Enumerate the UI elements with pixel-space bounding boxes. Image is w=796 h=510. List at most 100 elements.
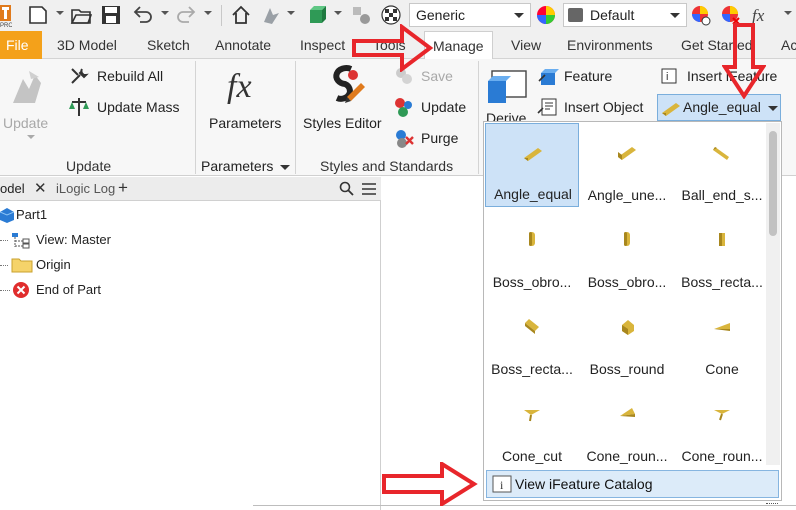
part-dropdown-icon[interactable] [334,11,342,15]
update-mass-button[interactable]: Update Mass [68,96,193,118]
appearance-combo-value: Default [590,7,635,23]
redo-icon[interactable] [175,4,197,26]
parameters-button[interactable]: fx Parameters [205,63,287,143]
panel-divider [295,61,296,174]
gallery-item-label: Cone [705,361,739,377]
gallery-item-label: Boss_round [589,361,665,377]
new-file-icon[interactable] [27,4,49,26]
return-dropdown-icon[interactable] [287,11,295,15]
ball-end-slot-icon [713,147,729,160]
menu-icon[interactable] [361,181,377,197]
undo-icon[interactable] [132,4,154,26]
color-wheel-icon[interactable] [535,4,557,26]
styles-editor-label: Styles Editor [303,115,382,131]
gallery-item[interactable]: Cone_cut [485,384,579,468]
chevron-down-icon [768,106,778,111]
styles-panel-label: Styles and Standards [320,158,454,174]
parameters-panel-dropdown[interactable]: Parameters [200,158,292,176]
annotation-arrow-catalog [382,462,478,506]
adjust-appearance-icon[interactable] [690,4,712,26]
update-large-button[interactable]: Update [3,63,55,143]
insert-object-button[interactable]: Insert Object [537,96,657,118]
update-dropdown-icon [27,135,35,139]
part-cube-icon [0,208,14,223]
update-style-icon [395,98,412,117]
app-logo-icon[interactable]: PRO [0,2,13,29]
material-sphere-icon[interactable] [380,4,402,26]
gallery-scrollbar[interactable] [766,123,780,465]
gallery-item[interactable]: Boss_obro... [485,210,579,294]
parameters-panel-label: Parameters [201,158,274,174]
gallery-item[interactable]: Boss_recta... [675,210,769,294]
styles-editor-button[interactable]: Styles Editor [301,63,391,143]
rebuild-wrench-icon [71,68,89,84]
gallery-item-label: Ball_end_s... [681,187,763,203]
assembly-icon[interactable] [350,4,372,26]
tab-annotate[interactable]: Annotate [215,31,271,59]
rebuild-all-button[interactable]: Rebuild All [68,65,188,87]
home-icon[interactable] [230,4,252,26]
gallery-item-label: Boss_recta... [491,361,573,377]
boss-rectangular-icon [719,233,725,246]
gallery-item[interactable]: Ball_end_s... [675,123,769,207]
new-dropdown-icon[interactable] [56,11,64,15]
gallery-item[interactable]: Angle_equal [485,123,579,207]
boss-rectangular-icon [525,319,539,334]
add-tab-icon[interactable]: + [118,178,128,198]
gallery-item[interactable]: Boss_recta... [485,297,579,381]
tab-file[interactable]: File [0,31,42,59]
appearance-swatch-icon [568,8,583,22]
tab-model[interactable]: odel [0,181,25,196]
insert-ifeature-icon: i [661,68,677,84]
end-of-part-icon [13,282,29,298]
tab-ilogic-log[interactable]: iLogic Log [56,181,115,196]
tab-inspect[interactable]: Inspect [300,31,345,59]
search-icon[interactable] [339,181,355,197]
tab-3d-model[interactable]: 3D Model [57,31,117,59]
panel-divider [478,61,479,174]
update-panel-label: Update [66,158,112,174]
tab-view[interactable]: View [511,31,541,59]
gallery-item[interactable]: Cone [675,297,769,381]
tab-manage[interactable]: Manage [424,31,493,60]
gallery-item[interactable]: Cone_roun... [675,384,769,468]
gallery-item-label: Cone_cut [502,448,562,464]
close-icon[interactable]: ✕ [34,179,47,197]
part-box-icon[interactable] [306,4,328,26]
gallery-item[interactable]: Cone_roun... [580,384,674,468]
derive-button[interactable]: Derive [484,65,532,127]
import-feature-icon [538,69,559,85]
gallery-item[interactable]: Angle_une... [580,123,674,207]
tree-connector [0,290,10,291]
save-icon[interactable] [100,4,122,26]
gallery-item-label: Cone_roun... [586,448,668,464]
chevron-down-icon [280,165,290,170]
appearance-combo[interactable]: Default [563,3,687,27]
return-icon[interactable] [260,4,282,26]
tree-connector [0,240,8,241]
update-style-button[interactable]: Update [393,96,473,118]
gallery-item[interactable]: Boss_obro... [580,210,674,294]
purge-style-button[interactable]: Purge [393,127,468,149]
feature-label: Feature [564,68,613,84]
cone-icon [714,323,730,331]
undo-dropdown-icon[interactable] [161,11,169,15]
chevron-down-icon [670,13,680,18]
folder-icon [11,258,33,273]
annotation-arrow-manage [352,24,434,72]
tab-sketch[interactable]: Sketch [147,31,190,59]
svg-text:fx: fx [227,68,252,105]
view-ifeature-catalog-button[interactable]: i View iFeature Catalog [486,470,779,498]
qat-customize-dropdown-icon[interactable] [784,11,792,15]
gallery-item-label: Angle_une... [587,187,667,203]
parameters-label: Parameters [209,115,282,131]
update-large-label: Update [3,115,49,131]
scrollbar-thumb[interactable] [769,131,777,236]
tab-environments[interactable]: Environments [567,31,653,59]
update-style-label: Update [421,99,467,115]
redo-dropdown-icon[interactable] [204,11,212,15]
gallery-item[interactable]: Boss_round [580,297,674,381]
open-folder-icon[interactable] [70,4,93,26]
feature-button[interactable]: Feature [537,65,627,87]
tab-add-ins[interactable]: Ac [781,31,796,59]
